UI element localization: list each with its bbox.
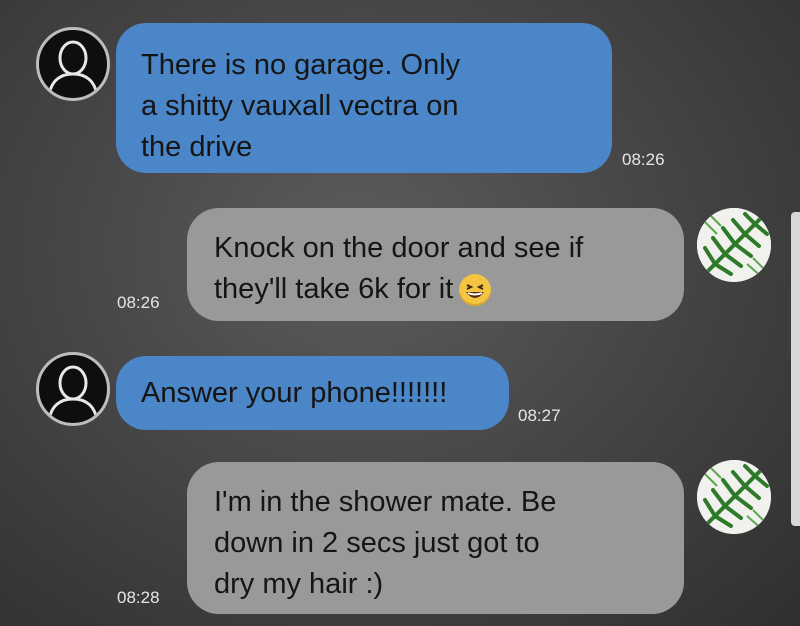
message-bubble-outgoing[interactable]: I'm in the shower mate. Be down in 2 sec… (187, 462, 684, 614)
message-text: Answer your phone!!!!!!! (141, 377, 448, 409)
message-text: I'm in the shower mate. Be down in 2 sec… (214, 486, 557, 600)
fern-leaf-avatar (697, 460, 771, 534)
own-avatar[interactable] (697, 208, 771, 282)
person-silhouette-icon (47, 365, 99, 422)
message-text: There is no garage. Only a shitty vauxal… (141, 49, 461, 163)
message-bubble-incoming[interactable]: There is no garage. Only a shitty vauxal… (116, 23, 612, 173)
scrollbar[interactable] (791, 212, 800, 526)
message-bubble-incoming[interactable]: Answer your phone!!!!!!! (116, 356, 509, 430)
message-time: 08:26 (117, 293, 160, 312)
laughing-emoji (459, 274, 492, 307)
message-text: Knock on the door and see if they'll tak… (214, 232, 584, 305)
fern-leaf-avatar (697, 208, 771, 282)
message-time: 08:26 (622, 150, 665, 169)
own-avatar[interactable] (697, 460, 771, 534)
message-time: 08:27 (518, 406, 561, 425)
contact-avatar[interactable] (36, 27, 110, 101)
contact-avatar[interactable] (36, 352, 110, 426)
message-bubble-outgoing[interactable]: Knock on the door and see if they'll tak… (187, 208, 684, 321)
person-silhouette-icon (47, 40, 99, 97)
message-time: 08:28 (117, 588, 160, 607)
